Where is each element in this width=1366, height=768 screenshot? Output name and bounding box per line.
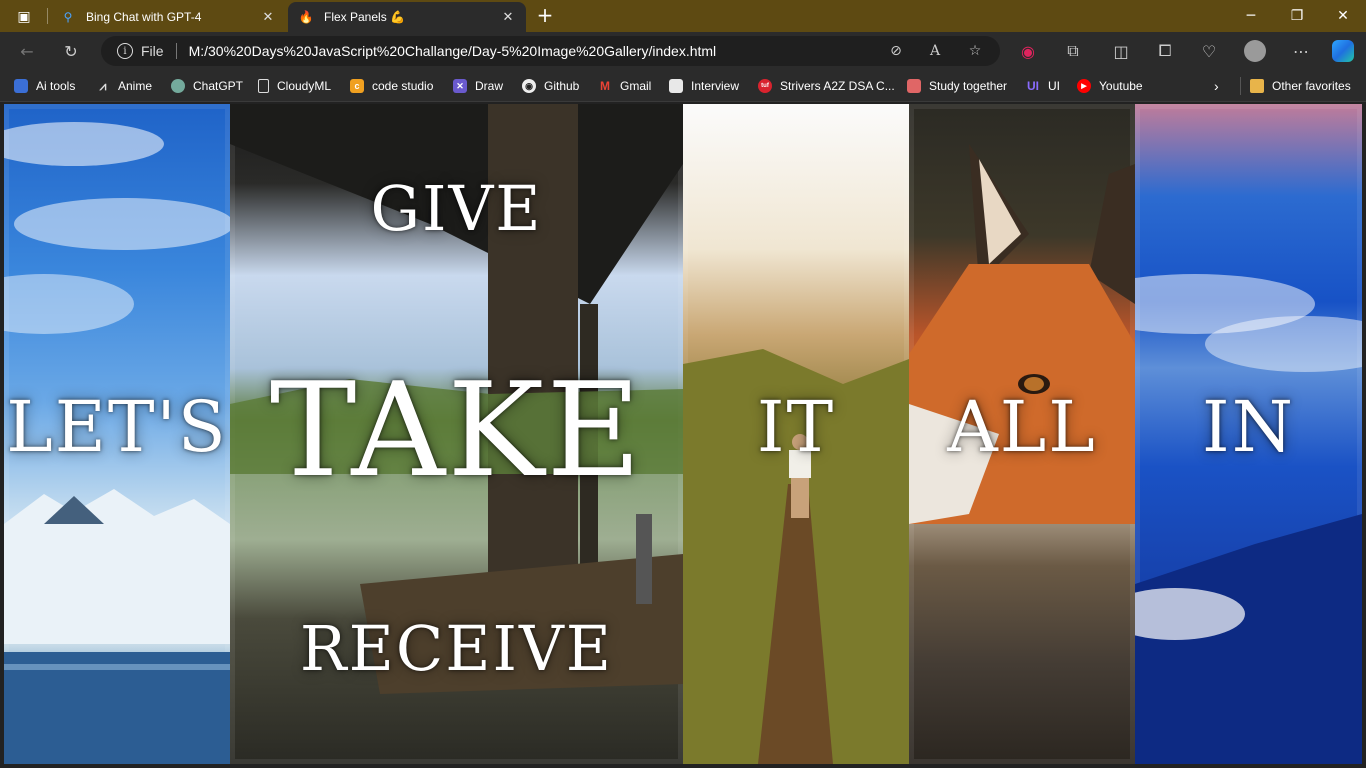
split-screen-icon[interactable]: ◫ — [1106, 36, 1136, 66]
tab-strip: ▣ ⚲ Bing Chat with GPT-4 ✕ 🔥 Flex Panels… — [0, 0, 1366, 32]
url-text[interactable]: M:/30%20Days%20JavaScript%20Challange/Da… — [189, 43, 717, 59]
tab-actions-icon[interactable]: ▣ — [8, 6, 40, 28]
bookmark-label: Youtube — [1099, 79, 1143, 93]
close-tab-icon[interactable]: ✕ — [260, 9, 276, 25]
bookmarks-overflow-chevron-icon[interactable]: › — [1214, 77, 1219, 95]
tracking-prevention-icon[interactable]: ⊘ — [886, 41, 906, 61]
bookmark-label: Ai tools — [36, 79, 76, 93]
bookmark-chatgpt[interactable]: ChatGPT — [171, 77, 243, 95]
bookmark-cloudyml[interactable]: CloudyML — [258, 77, 331, 95]
copilot-icon[interactable] — [1328, 36, 1358, 66]
other-favorites[interactable]: Other favorites — [1250, 77, 1351, 95]
panel-3[interactable]: It — [683, 104, 909, 764]
favorite-star-icon[interactable]: ☆ — [965, 41, 985, 61]
media-icon[interactable]: ◉ — [1013, 36, 1043, 66]
bookmark-label: Study together — [929, 79, 1008, 93]
bookmark-youtube[interactable]: ▶ Youtube — [1077, 77, 1143, 95]
more-options-icon[interactable]: ⋯ — [1286, 36, 1316, 66]
address-bar[interactable]: i File M:/30%20Days%20JavaScript%20Chall… — [101, 36, 1000, 66]
github-icon: ◉ — [522, 79, 536, 93]
panel-4[interactable]: All — [909, 104, 1135, 764]
chatgpt-icon — [171, 79, 185, 93]
bookmark-label: ChatGPT — [193, 79, 244, 93]
gmail-icon: M — [600, 79, 610, 93]
folder-icon — [1250, 79, 1264, 93]
bookmark-label: Other favorites — [1272, 79, 1351, 93]
bookmark-label: CloudyML — [277, 79, 332, 93]
page-content: Let's Give Take Receive It — [0, 102, 1366, 768]
fire-icon: 🔥 — [298, 10, 314, 24]
tab-bing-chat[interactable]: ⚲ Bing Chat with GPT-4 ✕ — [50, 2, 286, 32]
bookmarks-divider — [1240, 77, 1241, 95]
page-icon — [258, 79, 269, 93]
bookmark-label: Anime — [118, 79, 153, 93]
refresh-button[interactable]: ↻ — [56, 36, 86, 66]
anime-icon: ⩘ — [99, 78, 107, 93]
panel-word-top: Give — [370, 172, 543, 245]
panel-2[interactable]: Give Take Receive — [230, 104, 683, 764]
bookmark-label: Strivers A2Z DSA C... — [780, 79, 895, 93]
browser-toolbar: ← ↻ i File M:/30%20Days%20JavaScript%20C… — [0, 32, 1366, 70]
new-tab-button[interactable]: + — [534, 4, 556, 26]
info-icon[interactable]: i — [117, 43, 133, 59]
bookmark-anime[interactable]: ⩘ Anime — [96, 77, 152, 95]
tab-separator — [47, 8, 48, 24]
bookmark-code-studio[interactable]: c code studio — [350, 77, 433, 95]
collections-icon[interactable]: ⧠ — [1150, 36, 1180, 66]
bookmark-label: code studio — [372, 79, 434, 93]
browser-essentials-icon[interactable]: ♡ — [1194, 36, 1224, 66]
study-together-icon — [907, 79, 921, 93]
minimize-button[interactable]: ─ — [1228, 0, 1274, 32]
close-tab-icon[interactable]: ✕ — [500, 9, 516, 25]
panel-word-bottom: Receive — [299, 612, 614, 685]
ui-icon: UI — [1027, 79, 1039, 93]
bookmark-ui[interactable]: UI UI — [1026, 77, 1060, 95]
back-button[interactable]: ← — [12, 36, 42, 66]
ai-tools-icon — [14, 79, 28, 93]
tab-title: Bing Chat with GPT-4 — [86, 10, 202, 24]
bookmark-github[interactable]: ◉ Github — [522, 77, 579, 95]
panel-word-middle: Take — [269, 354, 644, 506]
bookmark-study-together[interactable]: Study together — [907, 77, 1007, 95]
bookmark-label: Draw — [475, 79, 504, 93]
restore-button[interactable]: ❐ — [1274, 0, 1320, 32]
bookmark-label: Github — [544, 79, 580, 93]
panel-word: All — [947, 386, 1097, 468]
panel-word: Let's — [6, 386, 228, 468]
bookmark-label: Gmail — [620, 79, 652, 93]
profile-avatar[interactable] — [1240, 36, 1270, 66]
striver-icon: tuf — [758, 79, 772, 93]
close-window-button[interactable]: ✕ — [1320, 0, 1366, 32]
url-scheme: File — [141, 43, 164, 59]
bookmark-label: Interview — [691, 79, 740, 93]
draw-icon: ✕ — [453, 79, 467, 93]
panel-5[interactable]: In — [1135, 104, 1362, 764]
bookmark-label: UI — [1048, 79, 1060, 93]
code-studio-icon: c — [350, 79, 364, 93]
extensions-icon[interactable]: ⧉ — [1058, 36, 1088, 66]
bookmark-strivers[interactable]: tuf Strivers A2Z DSA C... — [758, 77, 895, 95]
bookmark-ai-tools[interactable]: Ai tools — [14, 77, 75, 95]
tab-title: Flex Panels 💪 — [324, 10, 405, 24]
read-aloud-icon[interactable]: A — [925, 41, 945, 61]
youtube-icon: ▶ — [1077, 79, 1091, 93]
tab-flex-panels[interactable]: 🔥 Flex Panels 💪 ✕ — [288, 2, 526, 32]
search-icon: ⚲ — [63, 10, 73, 24]
panel-word: In — [1202, 386, 1295, 468]
panel-1[interactable]: Let's — [4, 104, 230, 764]
panel-word: It — [756, 386, 836, 468]
interview-icon — [669, 79, 683, 93]
bookmark-interview[interactable]: Interview — [669, 77, 739, 95]
bookmark-draw[interactable]: ✕ Draw — [453, 77, 503, 95]
url-divider — [175, 43, 177, 59]
bookmarks-bar: Ai tools ⩘ Anime ChatGPT CloudyML c code… — [0, 70, 1366, 102]
flex-panels: Let's Give Take Receive It — [4, 104, 1362, 764]
bookmark-gmail[interactable]: M Gmail — [598, 77, 651, 95]
